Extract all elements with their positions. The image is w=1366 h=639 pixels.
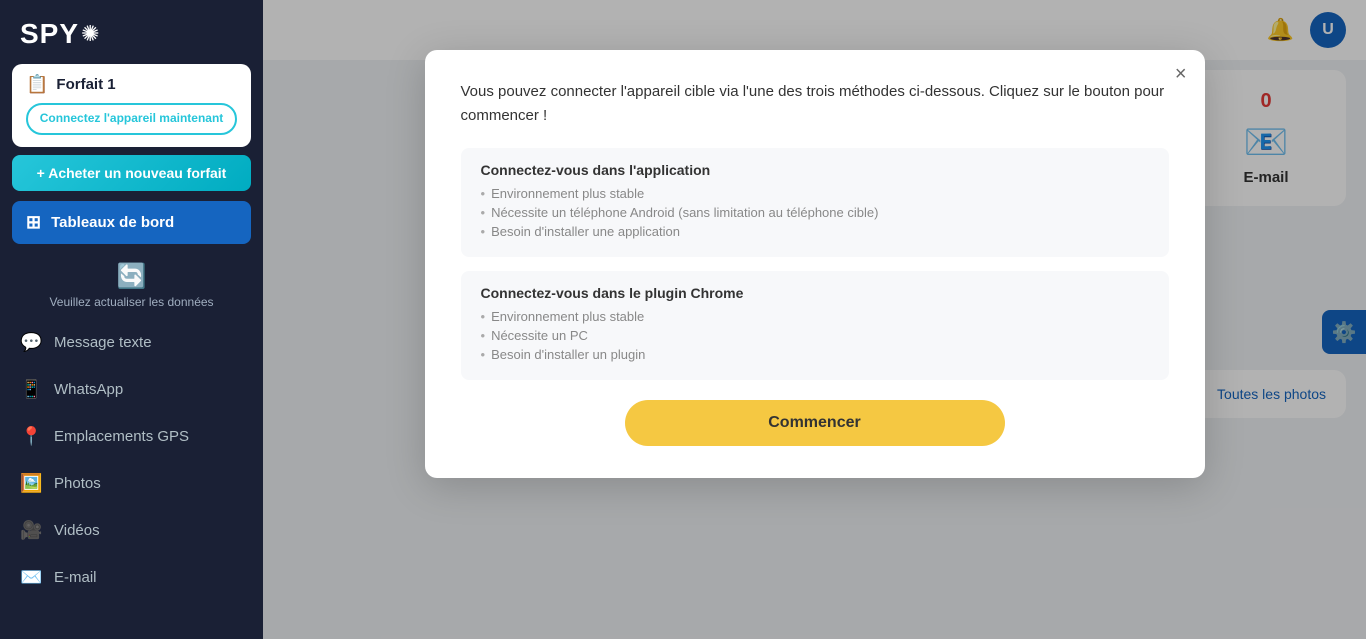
start-button[interactable]: Commencer — [625, 400, 1005, 446]
logo-icon: ✺ — [81, 21, 99, 47]
method-chrome-card: Connectez-vous dans le plugin Chrome Env… — [461, 271, 1169, 380]
main-content: 🔔 U 0 💬 0 📧 E-mail ⚙️ récentes Toutes le… — [263, 0, 1366, 639]
sidebar-logo: SPY ✺ — [0, 0, 263, 64]
method-chrome-point-1: Environnement plus stable — [481, 309, 1149, 324]
sidebar-item-photos[interactable]: 🖼️ Photos — [0, 460, 263, 507]
sidebar: SPY ✺ 📋 Forfait 1 Connectez l'appareil m… — [0, 0, 263, 639]
sidebar-item-whatsapp[interactable]: 📱 WhatsApp — [0, 366, 263, 413]
plan-title: 📋 Forfait 1 — [26, 74, 237, 95]
refresh-section: 🔄 Veuillez actualiser les données — [0, 254, 263, 315]
videos-icon: 🎥 — [20, 520, 42, 541]
method-chrome-point-2: Nécessite un PC — [481, 328, 1149, 343]
method-app-point-3: Besoin d'installer une application — [481, 224, 1149, 239]
connection-modal: × Vous pouvez connecter l'appareil cible… — [425, 50, 1205, 478]
modal-close-button[interactable]: × — [1175, 64, 1187, 84]
modal-overlay: × Vous pouvez connecter l'appareil cible… — [263, 0, 1366, 639]
connect-device-button[interactable]: Connectez l'appareil maintenant — [26, 103, 237, 135]
plan-icon: 📋 — [26, 74, 48, 95]
gps-icon: 📍 — [20, 426, 42, 447]
logo-text: SPY — [20, 18, 79, 50]
sidebar-item-videos[interactable]: 🎥 Vidéos — [0, 507, 263, 554]
plan-card: 📋 Forfait 1 Connectez l'appareil mainten… — [12, 64, 251, 147]
method-chrome-point-3: Besoin d'installer un plugin — [481, 347, 1149, 362]
sidebar-nav: 💬 Message texte 📱 WhatsApp 📍 Emplacement… — [0, 315, 263, 605]
modal-intro-text: Vous pouvez connecter l'appareil cible v… — [461, 80, 1169, 128]
email-icon: ✉️ — [20, 567, 42, 588]
refresh-icon[interactable]: 🔄 — [117, 262, 147, 291]
new-plan-button[interactable]: + Acheter un nouveau forfait — [12, 155, 251, 191]
dashboard-icon: ⊞ — [26, 212, 41, 233]
method-chrome-title: Connectez-vous dans le plugin Chrome — [481, 285, 1149, 301]
message-texte-icon: 💬 — [20, 332, 42, 353]
dashboard-button[interactable]: ⊞ Tableaux de bord — [12, 201, 251, 244]
sidebar-item-emplacements-gps[interactable]: 📍 Emplacements GPS — [0, 413, 263, 460]
method-app-point-1: Environnement plus stable — [481, 186, 1149, 201]
whatsapp-icon: 📱 — [20, 379, 42, 400]
method-app-title: Connectez-vous dans l'application — [481, 162, 1149, 178]
photos-icon: 🖼️ — [20, 473, 42, 494]
sidebar-item-message-texte[interactable]: 💬 Message texte — [0, 319, 263, 366]
method-app-card: Connectez-vous dans l'application Enviro… — [461, 148, 1169, 257]
sidebar-item-email[interactable]: ✉️ E-mail — [0, 554, 263, 601]
method-app-point-2: Nécessite un téléphone Android (sans lim… — [481, 205, 1149, 220]
